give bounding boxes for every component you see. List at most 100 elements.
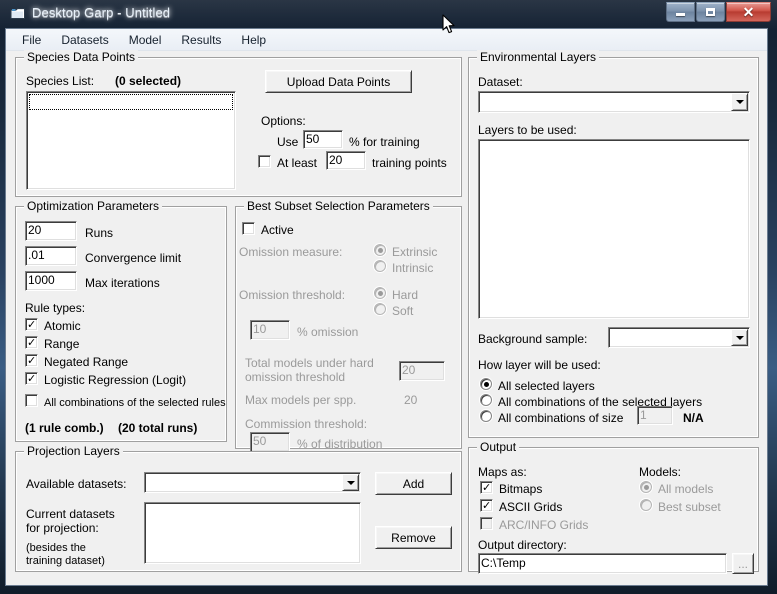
rule-types-label: Rule types: bbox=[25, 301, 86, 315]
omission-measure-extrinsic-label: Extrinsic bbox=[392, 245, 438, 259]
models-best-subset-radio bbox=[640, 499, 652, 511]
all-rule-combinations-label: All combinations of the selected rules bbox=[44, 397, 226, 409]
optimization-parameters-title: Optimization Parameters bbox=[24, 199, 163, 213]
dataset-dropdown-button[interactable] bbox=[731, 93, 748, 111]
upload-data-points-button[interactable]: Upload Data Points bbox=[265, 70, 412, 93]
omission-threshold-soft-radio[interactable] bbox=[374, 303, 386, 315]
background-sample-combo[interactable] bbox=[608, 327, 750, 348]
omission-measure-intrinsic-radio[interactable] bbox=[374, 260, 386, 272]
total-models-label-line2: omission threshold bbox=[245, 370, 346, 384]
rule-logit-checkbox[interactable]: ✓ bbox=[25, 372, 38, 385]
training-percent-input[interactable]: 50 bbox=[303, 130, 343, 149]
dataset-combo[interactable] bbox=[478, 91, 750, 113]
percent-omission-input[interactable]: 10 bbox=[250, 320, 290, 340]
at-least-label: At least bbox=[277, 156, 318, 170]
species-selected-count: (0 selected) bbox=[115, 74, 182, 88]
options-label: Options: bbox=[261, 114, 306, 128]
minimize-button[interactable] bbox=[666, 2, 695, 22]
maps-bitmaps-checkbox[interactable]: ✓ bbox=[480, 481, 493, 494]
radio-dot-icon bbox=[378, 291, 383, 296]
maps-ascii-grids-checkbox[interactable]: ✓ bbox=[480, 499, 493, 512]
rule-comb-summary: (1 rule comb.) bbox=[25, 421, 104, 435]
omission-threshold-label: Omission threshold: bbox=[239, 288, 346, 302]
usage-all-selected-layers-label: All selected layers bbox=[498, 379, 595, 393]
menu-item-model[interactable]: Model bbox=[120, 31, 171, 49]
current-datasets-label-line2: for projection: bbox=[26, 521, 99, 535]
total-runs-summary: (20 total runs) bbox=[118, 421, 198, 435]
maps-arcinfo-grids-label: ARC/INFO Grids bbox=[499, 518, 589, 532]
at-least-checkbox[interactable] bbox=[258, 155, 271, 168]
omission-threshold-hard-radio[interactable] bbox=[374, 287, 386, 299]
percent-omission-label: % omission bbox=[297, 325, 359, 339]
rule-range-checkbox[interactable]: ✓ bbox=[25, 336, 38, 349]
omission-measure-intrinsic-label: Intrinsic bbox=[392, 261, 434, 275]
models-best-subset-label: Best subset bbox=[658, 500, 721, 514]
background-sample-dropdown-button[interactable] bbox=[731, 329, 748, 346]
rule-negated-range-label: Negated Range bbox=[44, 355, 129, 369]
max-iterations-input[interactable]: 1000 bbox=[25, 271, 77, 291]
omission-threshold-soft-label: Soft bbox=[392, 304, 414, 318]
menu-item-help[interactable]: Help bbox=[232, 31, 275, 49]
runs-input[interactable]: 20 bbox=[25, 221, 77, 241]
check-icon: ✓ bbox=[27, 318, 37, 331]
remove-button[interactable]: Remove bbox=[375, 526, 452, 549]
species-list-box[interactable] bbox=[26, 91, 236, 190]
radio-dot-icon bbox=[644, 485, 649, 490]
commission-threshold-input[interactable]: 50 bbox=[250, 432, 290, 452]
max-models-value: 20 bbox=[404, 393, 418, 407]
usage-combinations-of-size-label: All combinations of size bbox=[498, 411, 624, 425]
best-subset-active-checkbox[interactable] bbox=[242, 222, 255, 235]
menu-item-results[interactable]: Results bbox=[172, 31, 230, 49]
species-data-points-title: Species Data Points bbox=[24, 50, 139, 64]
window-title: Desktop Garp - Untitled bbox=[32, 5, 171, 20]
add-button[interactable]: Add bbox=[375, 472, 452, 495]
rule-logit-label: Logistic Regression (Logit) bbox=[44, 373, 187, 387]
layers-to-be-used-label: Layers to be used: bbox=[478, 123, 577, 137]
output-directory-label: Output directory: bbox=[478, 538, 567, 552]
species-list-focus-row[interactable] bbox=[29, 94, 233, 110]
usage-combinations-of-size-radio[interactable] bbox=[480, 410, 492, 422]
rule-negated-range-checkbox[interactable]: ✓ bbox=[25, 354, 38, 367]
available-datasets-combo[interactable] bbox=[144, 472, 361, 493]
chevron-down-icon bbox=[346, 480, 355, 485]
best-subset-active-label: Active bbox=[261, 223, 294, 237]
available-datasets-dropdown-button[interactable] bbox=[342, 474, 359, 491]
menu-item-file[interactable]: File bbox=[13, 31, 50, 49]
total-models-input[interactable]: 20 bbox=[399, 361, 445, 381]
maximize-button[interactable] bbox=[696, 2, 725, 22]
output-directory-input[interactable]: C:\Temp bbox=[478, 553, 727, 574]
minimize-icon bbox=[676, 13, 685, 16]
use-label: Use bbox=[277, 135, 299, 149]
usage-all-selected-layers-radio[interactable] bbox=[480, 378, 492, 390]
available-datasets-label: Available datasets: bbox=[26, 477, 127, 491]
maps-arcinfo-grids-checkbox bbox=[480, 517, 493, 530]
close-button[interactable]: ✕ bbox=[726, 2, 771, 22]
training-points-label: training points bbox=[372, 156, 447, 170]
commission-suffix-label: % of distribution bbox=[297, 437, 383, 451]
document-window-icon bbox=[10, 7, 26, 21]
min-training-points-input[interactable]: 20 bbox=[326, 151, 366, 170]
current-datasets-listbox[interactable] bbox=[144, 502, 361, 564]
menu-item-datasets[interactable]: Datasets bbox=[52, 31, 117, 49]
title-bar[interactable]: Desktop Garp - Untitled ✕ bbox=[0, 0, 777, 30]
best-subset-title: Best Subset Selection Parameters bbox=[244, 199, 433, 213]
application-window: Desktop Garp - Untitled ✕ File Datasets … bbox=[0, 0, 777, 594]
chevron-down-icon bbox=[735, 100, 744, 104]
models-all-label: All models bbox=[658, 482, 714, 496]
browse-output-directory-button[interactable]: ... bbox=[732, 553, 754, 574]
convergence-limit-input[interactable]: .01 bbox=[25, 246, 77, 266]
all-rule-combinations-checkbox[interactable] bbox=[25, 394, 38, 407]
usage-all-combinations-radio[interactable] bbox=[480, 394, 492, 406]
current-datasets-note-line1: (besides the bbox=[26, 542, 86, 554]
maximize-icon bbox=[706, 8, 715, 16]
combination-size-input[interactable]: 1 bbox=[637, 406, 673, 425]
omission-measure-extrinsic-radio[interactable] bbox=[374, 244, 386, 256]
environmental-layers-title: Environmental Layers bbox=[477, 50, 600, 64]
close-icon: ✕ bbox=[742, 4, 755, 20]
check-icon: ✓ bbox=[27, 336, 37, 349]
layers-to-be-used-listbox[interactable] bbox=[478, 139, 750, 319]
menu-bar: File Datasets Model Results Help bbox=[6, 29, 767, 51]
dataset-label: Dataset: bbox=[478, 75, 523, 89]
combination-size-na-label: N/A bbox=[683, 411, 704, 425]
rule-atomic-checkbox[interactable]: ✓ bbox=[25, 318, 38, 331]
